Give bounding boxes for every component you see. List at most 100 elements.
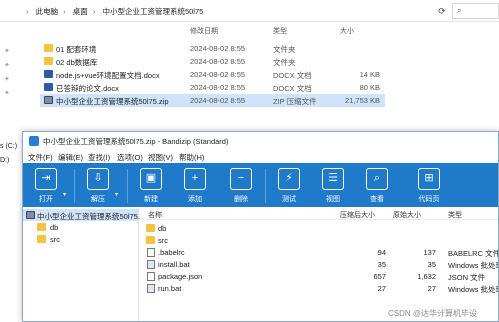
toolbar-divider xyxy=(265,169,266,203)
folder-icon xyxy=(146,224,155,232)
file-name: 中小型企业工资管理系统50l75.zip xyxy=(56,97,169,106)
extract-button[interactable]: ⇩ 解压 xyxy=(78,166,118,206)
open-button[interactable]: ⇥ 打开 xyxy=(26,166,66,206)
tree-item-src[interactable]: src xyxy=(23,233,139,245)
file-name: package.json xyxy=(158,272,203,281)
chevron-right-icon: › xyxy=(92,7,96,16)
file-name: 01 配套环境 xyxy=(56,45,97,54)
breadcrumb-item-desktop[interactable]: 桌面 xyxy=(73,7,88,16)
search-input[interactable]: ⌕ xyxy=(452,3,499,19)
column-name[interactable]: 名称 xyxy=(148,210,162,220)
chevron-right-icon: › xyxy=(63,7,66,16)
breadcrumb: › 此电脑 › 桌面 › 中小型企业工资管理系统50l75 xyxy=(26,6,206,17)
breadcrumb-item-this-pc[interactable]: 此电脑 xyxy=(36,7,59,16)
file-name: .babelrc xyxy=(158,248,185,257)
codepage-button[interactable]: ⊞ 代码页 xyxy=(409,166,449,206)
file-type: DOCX 文档 xyxy=(273,71,312,80)
packed-size: 35 xyxy=(377,260,386,269)
add-button[interactable]: + 添加 xyxy=(175,166,215,206)
file-modified: 2024-08-02 8:55 xyxy=(190,57,246,66)
file-type: 文件夹 xyxy=(273,58,296,67)
menu-find[interactable]: 查找(I) xyxy=(88,152,110,163)
file-name: 已答辩的论文.docx xyxy=(56,84,119,93)
file-type: DOCX 文档 xyxy=(273,84,312,93)
menu-view[interactable]: 视图(V) xyxy=(148,152,173,163)
file-modified: 2024-08-02 8:55 xyxy=(190,44,246,53)
file-row-src[interactable]: src xyxy=(140,234,498,246)
file-modified: 2024-08-02 8:55 xyxy=(190,96,246,105)
test-label: 测试 xyxy=(282,196,296,203)
delete-label: 删除 xyxy=(234,196,248,203)
file-row-babelrc[interactable]: .babelrc 94 137 BABELRC 文件 xyxy=(140,246,498,258)
folder-icon xyxy=(44,57,53,65)
toolbar: ⇥ 打开 ▾ ⇩ 解压 ▾ ▣ 新建 + 添加 − 删除 ⚡ 测试 ☰ 视图 ⌕… xyxy=(23,163,498,207)
search-icon: ⌕ xyxy=(457,6,462,15)
add-icon: + xyxy=(184,168,206,190)
explorer-address-bar[interactable]: › 此电脑 › 桌面 › 中小型企业工资管理系统50l75 ⟳ ⌕ xyxy=(0,0,499,22)
packed-size: 94 xyxy=(377,248,386,257)
column-type[interactable]: 类型 xyxy=(448,210,462,220)
folder-icon xyxy=(44,44,53,52)
docx-icon xyxy=(44,83,53,91)
file-type: 文件夹 xyxy=(273,45,296,54)
sidebar-drive-d[interactable]: D:) xyxy=(0,157,9,164)
watermark: CSDN @达华计算机毕设 xyxy=(388,309,478,318)
refresh-icon[interactable]: ⟳ xyxy=(436,5,448,17)
delete-icon: − xyxy=(230,168,252,190)
explorer-row[interactable]: 已答辩的论文.docx 2024-08-02 8:55 DOCX 文档 80 K… xyxy=(0,81,499,94)
tree-item-label: db xyxy=(50,223,59,232)
view-button[interactable]: ☰ 视图 xyxy=(313,166,353,206)
menu-options[interactable]: 选项(O) xyxy=(117,152,143,163)
file-modified: 2024-08-02 8:55 xyxy=(190,83,246,92)
test-button[interactable]: ⚡ 测试 xyxy=(269,166,309,206)
sidebar-drive-c[interactable]: s (C:) xyxy=(0,143,17,150)
menu-help[interactable]: 帮助(H) xyxy=(179,152,204,163)
view-icon: ☰ xyxy=(322,168,344,190)
tree-item-db[interactable]: db xyxy=(23,221,139,233)
column-original-size[interactable]: 原始大小 xyxy=(393,210,421,220)
packed-size: 27 xyxy=(377,284,386,293)
extract-icon: ⇩ xyxy=(87,168,109,190)
chevron-down-icon[interactable]: ▾ xyxy=(115,191,118,198)
file-row-install-bat[interactable]: install.bat 35 35 Windows 批处理 xyxy=(140,258,498,270)
explorer-row[interactable]: 01 配套环境 2024-08-02 8:55 文件夹 xyxy=(0,42,499,55)
breadcrumb-item-folder[interactable]: 中小型企业工资管理系统50l75 xyxy=(102,7,203,16)
file-size: 80 KB xyxy=(359,83,380,92)
bandizip-title-bar[interactable]: 中小型企业工资管理系统50l75.zip - Bandizip (Standar… xyxy=(23,132,498,150)
explorer-row[interactable]: node.js+vue环境配置文档.docx 2024-08-02 8:55 D… xyxy=(0,68,499,81)
tree-item-label: src xyxy=(50,235,60,244)
add-label: 添加 xyxy=(188,196,202,203)
file-size: 14 KB xyxy=(359,70,380,79)
toolbar-divider xyxy=(74,169,75,203)
explorer-row-selected[interactable]: 中小型企业工资管理系统50l75.zip 2024-08-02 8:55 ZIP… xyxy=(40,94,385,107)
new-archive-label: 新建 xyxy=(144,196,158,203)
delete-button[interactable]: − 删除 xyxy=(221,166,261,206)
original-size: 1,632 xyxy=(417,272,436,281)
explorer-row[interactable]: 02 db数据库 2024-08-02 8:55 文件夹 xyxy=(0,55,499,68)
tree-item-archive-root[interactable]: 中小型企业工资管理系统50l75.zip xyxy=(23,209,150,221)
folder-icon xyxy=(37,223,46,231)
bat-icon xyxy=(147,284,155,293)
file-type: ZIP 压缩文件 xyxy=(273,97,317,106)
view-search-icon: ⌕ xyxy=(366,168,388,190)
packed-size: 657 xyxy=(373,272,386,281)
menu-file[interactable]: 文件(F) xyxy=(28,152,53,163)
file-name: run.bat xyxy=(158,284,182,293)
column-size[interactable]: 大小 xyxy=(340,26,354,36)
file-row-run-bat[interactable]: run.bat 27 27 Windows 批处理 xyxy=(140,282,498,294)
folder-icon xyxy=(37,235,46,243)
search-button[interactable]: ⌕ 查看 xyxy=(357,166,397,206)
file-list: 名称 压缩后大小 原始大小 类型 db src .babelrc 94 137 … xyxy=(140,207,498,321)
file-modified: 2024-08-02 8:55 xyxy=(190,70,246,79)
new-archive-button[interactable]: ▣ 新建 xyxy=(131,166,171,206)
file-row-package-json[interactable]: package.json 657 1,632 JSON 文件 xyxy=(140,270,498,282)
column-modified[interactable]: 修改日期 xyxy=(190,26,218,36)
column-type[interactable]: 类型 xyxy=(273,26,287,36)
file-row-db[interactable]: db xyxy=(140,222,498,234)
column-packed-size[interactable]: 压缩后大小 xyxy=(340,210,375,220)
test-icon: ⚡ xyxy=(278,168,300,190)
chevron-down-icon[interactable]: ▾ xyxy=(63,191,66,198)
menu-edit[interactable]: 编辑(E) xyxy=(58,152,83,163)
new-archive-icon: ▣ xyxy=(140,168,162,190)
zip-icon xyxy=(26,211,35,219)
